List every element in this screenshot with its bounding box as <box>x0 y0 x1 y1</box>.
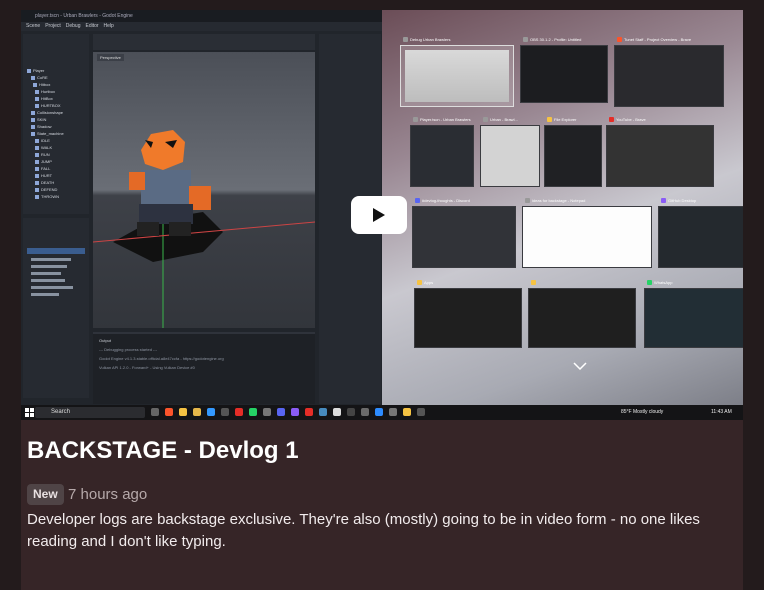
window-thumb: Urban - Brawl... <box>480 117 540 187</box>
window-thumb: WhatsApp <box>644 280 743 348</box>
tree-item: FALL <box>35 166 93 172</box>
tree-item: RUN <box>35 152 93 158</box>
tree-item: DEFEND <box>35 187 93 193</box>
new-badge: New <box>27 484 64 505</box>
post-timestamp: 7 hours ago <box>68 486 148 503</box>
taskbar: Search 85°F Mostly cloudy 11:43 AM <box>21 405 743 420</box>
filesystem-panel <box>23 218 89 398</box>
post-title: BACKSTAGE - Devlog 1 <box>27 437 299 464</box>
app-icon <box>647 280 652 286</box>
app-icon <box>165 408 173 416</box>
app-icon <box>389 408 397 416</box>
scene-tree-panel: Player CoRE Hitbox Hurtbox HitBox HURTBO… <box>23 34 89 214</box>
app-icon <box>319 408 327 416</box>
app-icon <box>413 117 418 123</box>
app-icon <box>333 408 341 416</box>
window-thumb: OBS 30.1.2 - Profile: Untitled <box>520 37 608 103</box>
tree-item: JUMP <box>35 159 93 165</box>
tree-item: Collisionshape <box>31 110 89 116</box>
play-button[interactable] <box>351 196 407 234</box>
app-icon <box>417 280 422 286</box>
tree-item: HURT <box>35 173 93 179</box>
window-thumb <box>528 280 636 348</box>
tree-item: Player <box>27 68 85 74</box>
window-thumb: Player.tscn - Urban Brawlers <box>410 117 474 187</box>
post-description: Developer logs are backstage exclusive. … <box>27 511 700 550</box>
window-thumb: #devlog-thoughts - Discord <box>412 198 516 268</box>
3d-viewport: Perspective <box>93 52 315 328</box>
window-thumb: GitHub Desktop <box>658 198 743 268</box>
clock: 11:43 AM <box>711 409 732 415</box>
character-model <box>93 130 315 328</box>
window-thumb: Debug Urban Brawlers <box>400 37 514 107</box>
tree-item: Shadow <box>31 124 89 130</box>
app-icon <box>415 198 420 204</box>
tree-item: IDLE <box>35 138 93 144</box>
app-icon <box>661 198 666 204</box>
app-icon <box>291 408 299 416</box>
app-icon <box>151 408 159 416</box>
app-icon <box>531 280 536 286</box>
viewport-toolbar <box>93 34 315 50</box>
app-icon <box>417 408 425 416</box>
app-icon <box>179 408 187 416</box>
weather-widget[interactable]: 85°F Mostly cloudy <box>621 405 663 420</box>
window-thumb: File Explorer <box>544 117 602 187</box>
app-icon <box>361 408 369 416</box>
window-thumb: YouTube - Brave <box>606 117 714 187</box>
app-icon <box>221 408 229 416</box>
app-icon <box>235 408 243 416</box>
tree-item: HitBox <box>35 96 93 102</box>
tree-item: DEATH <box>35 180 93 186</box>
app-icon <box>523 37 528 43</box>
app-icon <box>263 408 271 416</box>
tree-item: Hurtbox <box>35 89 93 95</box>
tree-item: State_machine <box>31 131 89 137</box>
app-icon <box>483 117 488 123</box>
window-thumb: Apps <box>414 280 522 348</box>
app-icon <box>305 408 313 416</box>
app-icon <box>347 408 355 416</box>
godot-menu: Scene Project Debug Editor Help <box>21 22 382 31</box>
tree-item: HURTBOX <box>35 103 93 109</box>
app-icon <box>193 408 201 416</box>
taskbar-search[interactable]: Search <box>35 407 145 418</box>
chevron-down-icon <box>573 362 587 370</box>
godot-editor: player.tscn - Urban Brawlers - Godot Eng… <box>21 10 382 405</box>
app-icon <box>207 408 215 416</box>
app-icon <box>403 37 408 43</box>
tree-item: Hitbox <box>33 82 91 88</box>
task-view: Debug Urban Brawlers OBS 30.1.2 - Profil… <box>382 10 743 405</box>
app-icon <box>277 408 285 416</box>
tree-item: WALK <box>35 145 93 151</box>
video-player[interactable]: player.tscn - Urban Brawlers - Godot Eng… <box>21 10 743 420</box>
play-icon <box>373 208 385 222</box>
godot-title-bar: player.tscn - Urban Brawlers - Godot Eng… <box>21 10 382 22</box>
window-thumb: ideas for backstage - Notepad <box>522 198 652 268</box>
app-icon <box>547 117 552 123</box>
window-thumb: Tunet Staff - Project Overview - Brave <box>614 37 724 107</box>
app-icon <box>609 117 614 123</box>
app-icon <box>403 408 411 416</box>
tree-item: CoRE <box>31 75 89 81</box>
app-icon <box>525 198 530 204</box>
app-icon <box>249 408 257 416</box>
tree-item: THROWN <box>35 194 93 200</box>
app-icon <box>617 37 622 43</box>
windows-start-icon[interactable] <box>25 408 34 417</box>
app-icon <box>375 408 383 416</box>
output-panel: Output --- Debugging process started ---… <box>93 332 315 404</box>
tree-item: SKIN <box>31 117 89 123</box>
